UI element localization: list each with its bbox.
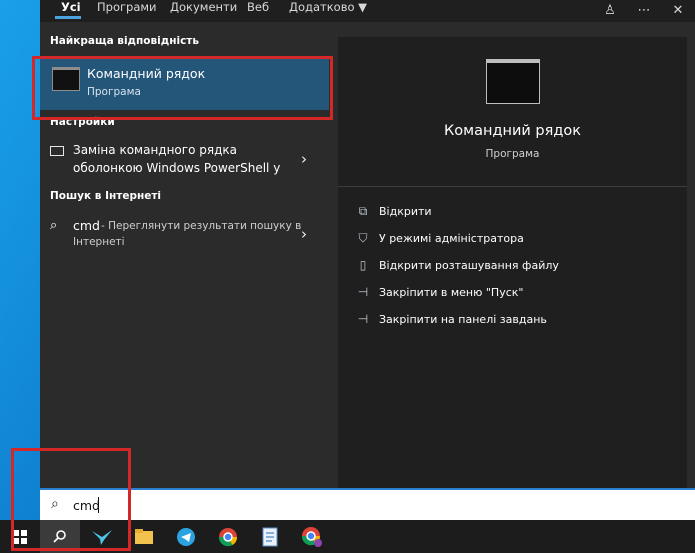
open-icon: ⧉	[358, 203, 368, 218]
action-pin-taskbar[interactable]: ⊣ Закріпити на панелі завдань	[356, 309, 547, 329]
web-result-line1[interactable]: - Переглянути результати пошуку в	[101, 220, 301, 232]
chrome-profile-icon[interactable]	[292, 520, 332, 553]
folder-icon: ▯	[359, 258, 367, 272]
tab-documents[interactable]: Документи	[170, 0, 237, 20]
chrome-icon[interactable]	[208, 520, 248, 553]
command-prompt-icon	[486, 59, 540, 104]
settings-item-icon	[50, 146, 64, 156]
chevron-right-icon[interactable]: ›	[301, 225, 307, 243]
search-glass-icon: ⌕	[50, 218, 58, 233]
action-pin-start-label: Закріпити в меню "Пуск"	[379, 285, 524, 299]
chevron-right-icon[interactable]: ›	[301, 150, 307, 168]
action-open-file-location[interactable]: ▯ Відкрити розташування файлу	[356, 255, 559, 275]
tab-programs[interactable]: Програми	[97, 0, 157, 20]
action-open[interactable]: ⧉ Відкрити	[356, 201, 432, 221]
shield-icon: ⛉	[358, 230, 368, 245]
highlight-box-search	[11, 448, 131, 551]
action-open-label: Відкрити	[379, 204, 432, 218]
top-right-icons: ♙ ⋯ ✕	[593, 0, 695, 20]
close-icon[interactable]: ✕	[661, 2, 695, 18]
more-options-icon[interactable]: ⋯	[627, 2, 661, 18]
pin-icon: ⊣	[357, 312, 369, 326]
best-match-heading: Найкраща відповідність	[50, 35, 200, 47]
action-open-file-location-label: Відкрити розташування файлу	[379, 258, 559, 272]
web-result-line2[interactable]: Інтернеті	[73, 236, 125, 248]
action-run-as-admin[interactable]: ⛉ У режимі адміністратора	[356, 228, 524, 248]
highlight-box-best-match	[32, 56, 333, 120]
tab-web[interactable]: Веб	[247, 0, 269, 20]
settings-item-line1[interactable]: Заміна командного рядка	[73, 143, 237, 157]
web-query[interactable]: cmd	[73, 218, 100, 233]
action-run-as-admin-label: У режимі адміністратора	[379, 231, 524, 245]
search-tabs-bar: Усі Програми Документи Веб Додатково ▼ ♙…	[40, 0, 695, 22]
pin-icon: ⊣	[357, 285, 369, 299]
feedback-icon[interactable]: ♙	[593, 2, 627, 18]
preview-pane: Командний рядок Програма ⧉ Відкрити ⛉ У …	[338, 37, 687, 488]
notepad-icon[interactable]	[250, 520, 290, 553]
telegram-icon[interactable]	[166, 520, 206, 553]
preview-divider	[338, 186, 687, 187]
settings-item-line2[interactable]: оболонкою Windows PowerShell у	[73, 161, 280, 175]
active-tab-underline	[55, 16, 81, 19]
search-input[interactable]: ⌕ cmd	[40, 488, 695, 520]
preview-title: Командний рядок	[443, 123, 581, 139]
web-search-heading: Пошук в Інтернеті	[50, 190, 162, 202]
preview-subtitle: Програма	[485, 148, 540, 160]
tab-more[interactable]: Додатково ▼	[289, 0, 367, 20]
action-pin-start[interactable]: ⊣ Закріпити в меню "Пуск"	[356, 282, 524, 302]
action-pin-taskbar-label: Закріпити на панелі завдань	[379, 312, 547, 326]
